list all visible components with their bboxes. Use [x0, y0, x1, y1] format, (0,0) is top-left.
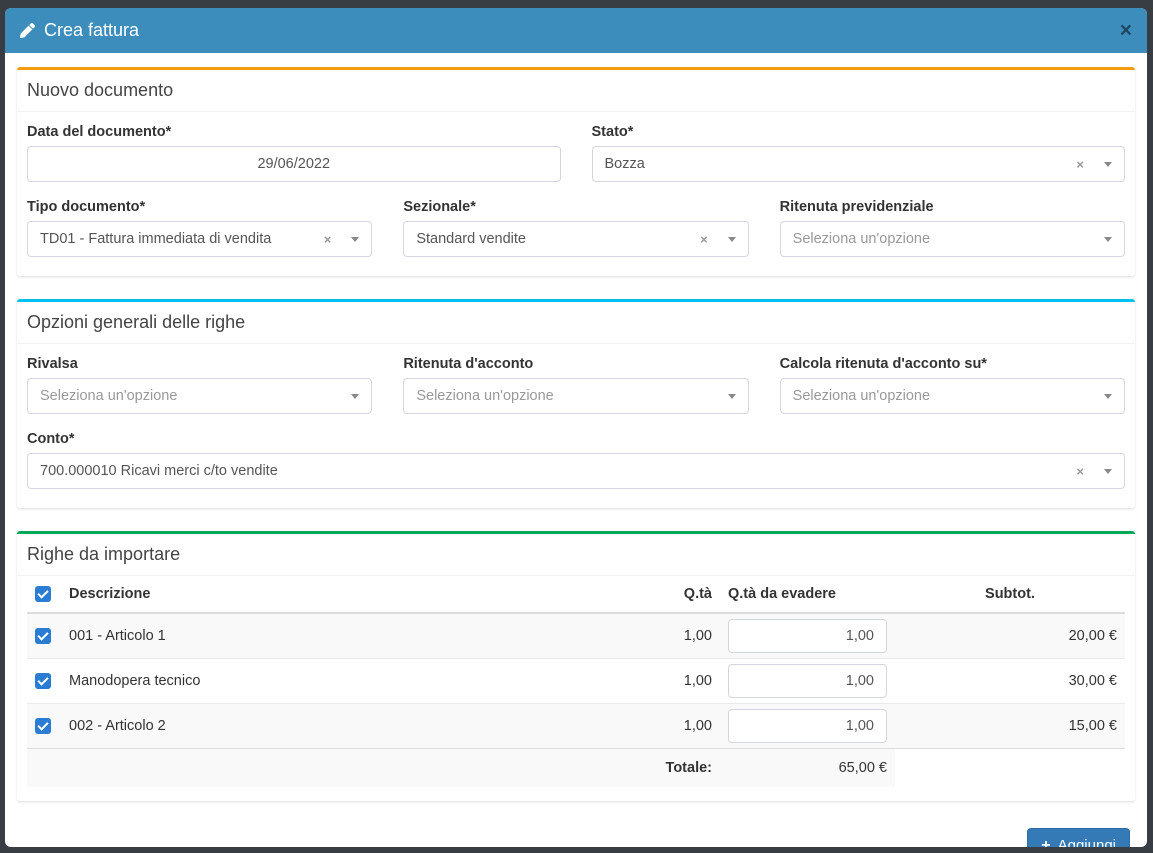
row-descrizione: Manodopera tecnico [61, 659, 640, 704]
chevron-down-icon [1104, 237, 1112, 242]
qta-evadere-input[interactable] [728, 664, 887, 698]
col-header-subtot: Subtot. [895, 576, 1125, 613]
clear-icon[interactable]: × [700, 233, 708, 246]
rivalsa-label: Rivalsa [27, 356, 372, 372]
row-qta: 1,00 [640, 659, 720, 704]
section-righe-importare-header: Righe da importare [17, 534, 1135, 576]
chevron-down-icon [351, 394, 359, 399]
conto-value: 700.000010 Ricavi merci c/to vendite [40, 463, 1076, 479]
conto-label: Conto* [27, 431, 1125, 447]
data-documento-input[interactable] [27, 146, 561, 182]
row-qta: 1,00 [640, 613, 720, 659]
section-title: Opzioni generali delle righe [27, 312, 1125, 333]
add-button-label: Aggiungi [1058, 837, 1116, 847]
section-nuovo-documento: Nuovo documento Data del documento* Stat… [17, 67, 1135, 276]
col-header-qta: Q.tà [640, 576, 720, 613]
totale-row: Totale: 65,00 € [27, 749, 1125, 788]
section-title: Righe da importare [27, 544, 1125, 565]
plus-icon: + [1041, 838, 1050, 847]
clear-icon[interactable]: × [1076, 158, 1084, 171]
crea-fattura-modal: Crea fattura × Nuovo documento Data del … [5, 8, 1147, 847]
qta-evadere-input[interactable] [728, 709, 887, 743]
row-subtot: 30,00 € [895, 659, 1125, 704]
section-title: Nuovo documento [27, 80, 1125, 101]
data-documento-label: Data del documento* [27, 124, 561, 140]
chevron-down-icon [1104, 162, 1112, 167]
calcola-ritenuta-label: Calcola ritenuta d'acconto su* [780, 356, 1125, 372]
table-header-row: Descrizione Q.tà Q.tà da evadere Subtot. [27, 576, 1125, 613]
clear-icon[interactable]: × [1076, 465, 1084, 478]
modal-body: Nuovo documento Data del documento* Stat… [5, 53, 1147, 824]
ritenuta-previdenziale-label: Ritenuta previdenziale [780, 199, 1125, 215]
col-header-descrizione: Descrizione [61, 576, 640, 613]
row-qta: 1,00 [640, 704, 720, 749]
col-header-qta-evadere: Q.tà da evadere [720, 576, 895, 613]
chevron-down-icon [728, 394, 736, 399]
tipo-documento-value: TD01 - Fattura immediata di vendita [40, 231, 324, 247]
chevron-down-icon [728, 237, 736, 242]
righe-table-body: 001 - Articolo 1 1,00 20,00 € Manodopera… [27, 613, 1125, 749]
row-checkbox[interactable] [35, 673, 51, 689]
modal-footer: + Aggiungi [5, 824, 1147, 847]
ritenuta-acconto-select[interactable]: Seleziona un'opzione [403, 378, 748, 414]
row-subtot: 20,00 € [895, 613, 1125, 659]
chevron-down-icon [1104, 394, 1112, 399]
stato-label: Stato* [592, 124, 1126, 140]
ritenuta-acconto-label: Ritenuta d'acconto [403, 356, 748, 372]
section-opzioni-righe: Opzioni generali delle righe Rivalsa Sel… [17, 299, 1135, 508]
page-backdrop: { "modal": { "title": "Crea fattura", "c… [0, 0, 1153, 853]
chevron-down-icon [351, 237, 359, 242]
conto-select[interactable]: 700.000010 Ricavi merci c/to vendite × [27, 453, 1125, 489]
tipo-documento-label: Tipo documento* [27, 199, 372, 215]
section-opzioni-righe-header: Opzioni generali delle righe [17, 302, 1135, 344]
rivalsa-select[interactable]: Seleziona un'opzione [27, 378, 372, 414]
row-subtot: 15,00 € [895, 704, 1125, 749]
row-checkbox[interactable] [35, 718, 51, 734]
table-row: 001 - Articolo 1 1,00 20,00 € [27, 613, 1125, 659]
stato-value: Bozza [605, 156, 1077, 172]
rivalsa-placeholder: Seleziona un'opzione [40, 388, 351, 404]
ritenuta-acconto-placeholder: Seleziona un'opzione [416, 388, 727, 404]
qta-evadere-input[interactable] [728, 619, 887, 653]
totale-label: Totale: [27, 749, 720, 788]
tipo-documento-select[interactable]: TD01 - Fattura immediata di vendita × [27, 221, 372, 257]
select-all-checkbox[interactable] [35, 586, 51, 602]
calcola-ritenuta-select[interactable]: Seleziona un'opzione [780, 378, 1125, 414]
ritenuta-previdenziale-select[interactable]: Seleziona un'opzione [780, 221, 1125, 257]
clear-icon[interactable]: × [324, 233, 332, 246]
stato-select[interactable]: Bozza × [592, 146, 1126, 182]
row-checkbox[interactable] [35, 628, 51, 644]
calcola-ritenuta-placeholder: Seleziona un'opzione [793, 388, 1104, 404]
chevron-down-icon [1104, 469, 1112, 474]
sezionale-value: Standard vendite [416, 231, 700, 247]
ritenuta-previdenziale-placeholder: Seleziona un'opzione [793, 231, 1104, 247]
row-descrizione: 001 - Articolo 1 [61, 613, 640, 659]
table-row: Manodopera tecnico 1,00 30,00 € [27, 659, 1125, 704]
add-button[interactable]: + Aggiungi [1027, 828, 1130, 847]
section-nuovo-documento-header: Nuovo documento [17, 70, 1135, 112]
sezionale-label: Sezionale* [403, 199, 748, 215]
table-row: 002 - Articolo 2 1,00 15,00 € [27, 704, 1125, 749]
row-descrizione: 002 - Articolo 2 [61, 704, 640, 749]
sezionale-select[interactable]: Standard vendite × [403, 221, 748, 257]
pencil-icon [20, 23, 35, 38]
totale-value: 65,00 € [720, 749, 895, 788]
modal-title-text: Crea fattura [44, 20, 139, 41]
totale-subtot-empty [895, 749, 1125, 788]
close-icon[interactable]: × [1120, 20, 1132, 41]
modal-header: Crea fattura × [5, 8, 1147, 53]
section-righe-importare: Righe da importare Descrizione Q.tà Q.tà… [17, 531, 1135, 801]
righe-table: Descrizione Q.tà Q.tà da evadere Subtot.… [27, 576, 1125, 787]
modal-title: Crea fattura [20, 20, 139, 41]
